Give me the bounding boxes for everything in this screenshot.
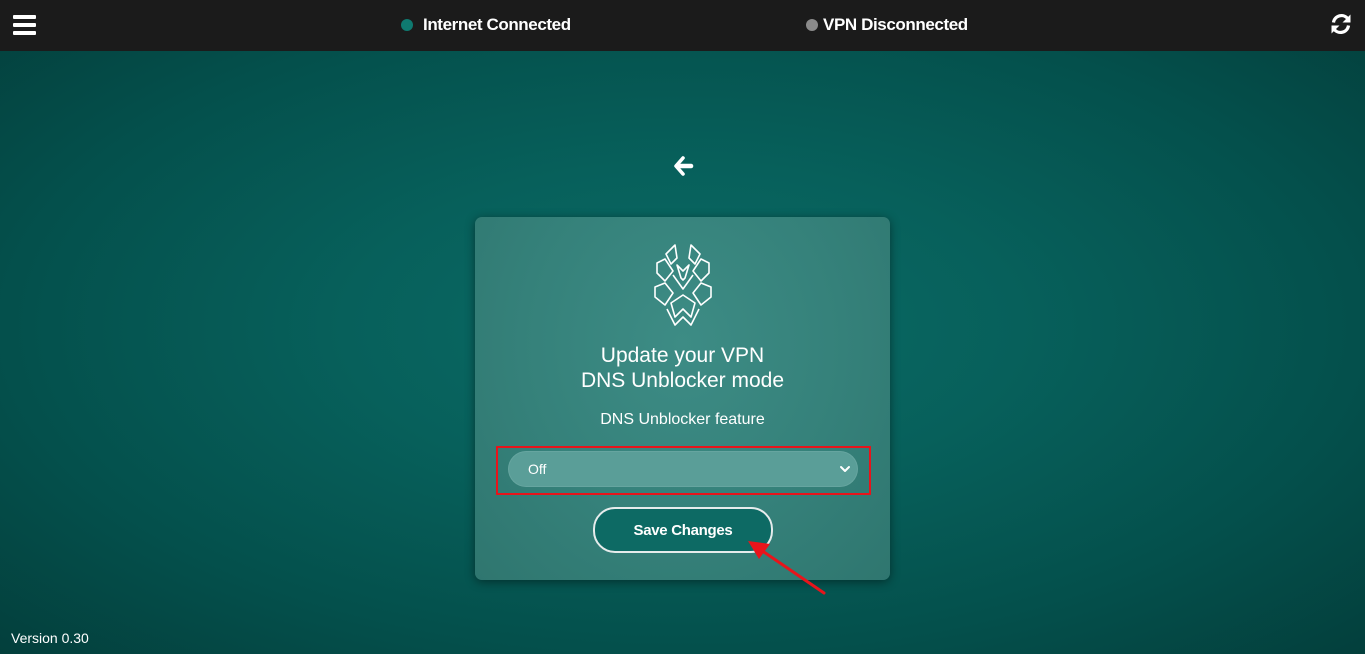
internet-status: Internet Connected [401, 15, 571, 35]
card-title-line1: Update your VPN [600, 344, 765, 367]
chevron-down-icon [840, 466, 850, 472]
card-title-line2: DNS Unblocker mode [580, 369, 785, 392]
arrow-left-icon[interactable] [673, 155, 695, 177]
dns-unblocker-select[interactable]: Off [508, 451, 858, 487]
refresh-icon[interactable] [1329, 12, 1353, 36]
spider-logo-icon [651, 243, 715, 327]
internet-status-label: Internet Connected [423, 15, 571, 34]
dns-unblocker-card: Update your VPN DNS Unblocker mode DNS U… [475, 217, 890, 580]
vpn-status: VPN Disconnected [806, 15, 968, 35]
feature-label: DNS Unblocker feature [600, 411, 765, 428]
status-dot-icon [401, 19, 413, 31]
version-label: Version 0.30 [11, 630, 89, 646]
vpn-status-label: VPN Disconnected [823, 15, 968, 34]
card-title: Update your VPN DNS Unblocker mode [475, 343, 890, 393]
select-value: Off [528, 461, 547, 477]
hamburger-icon[interactable] [13, 15, 36, 36]
top-bar: Internet Connected VPN Disconnected [0, 0, 1365, 51]
save-changes-button[interactable]: Save Changes [593, 507, 773, 553]
status-dot-icon [806, 19, 818, 31]
